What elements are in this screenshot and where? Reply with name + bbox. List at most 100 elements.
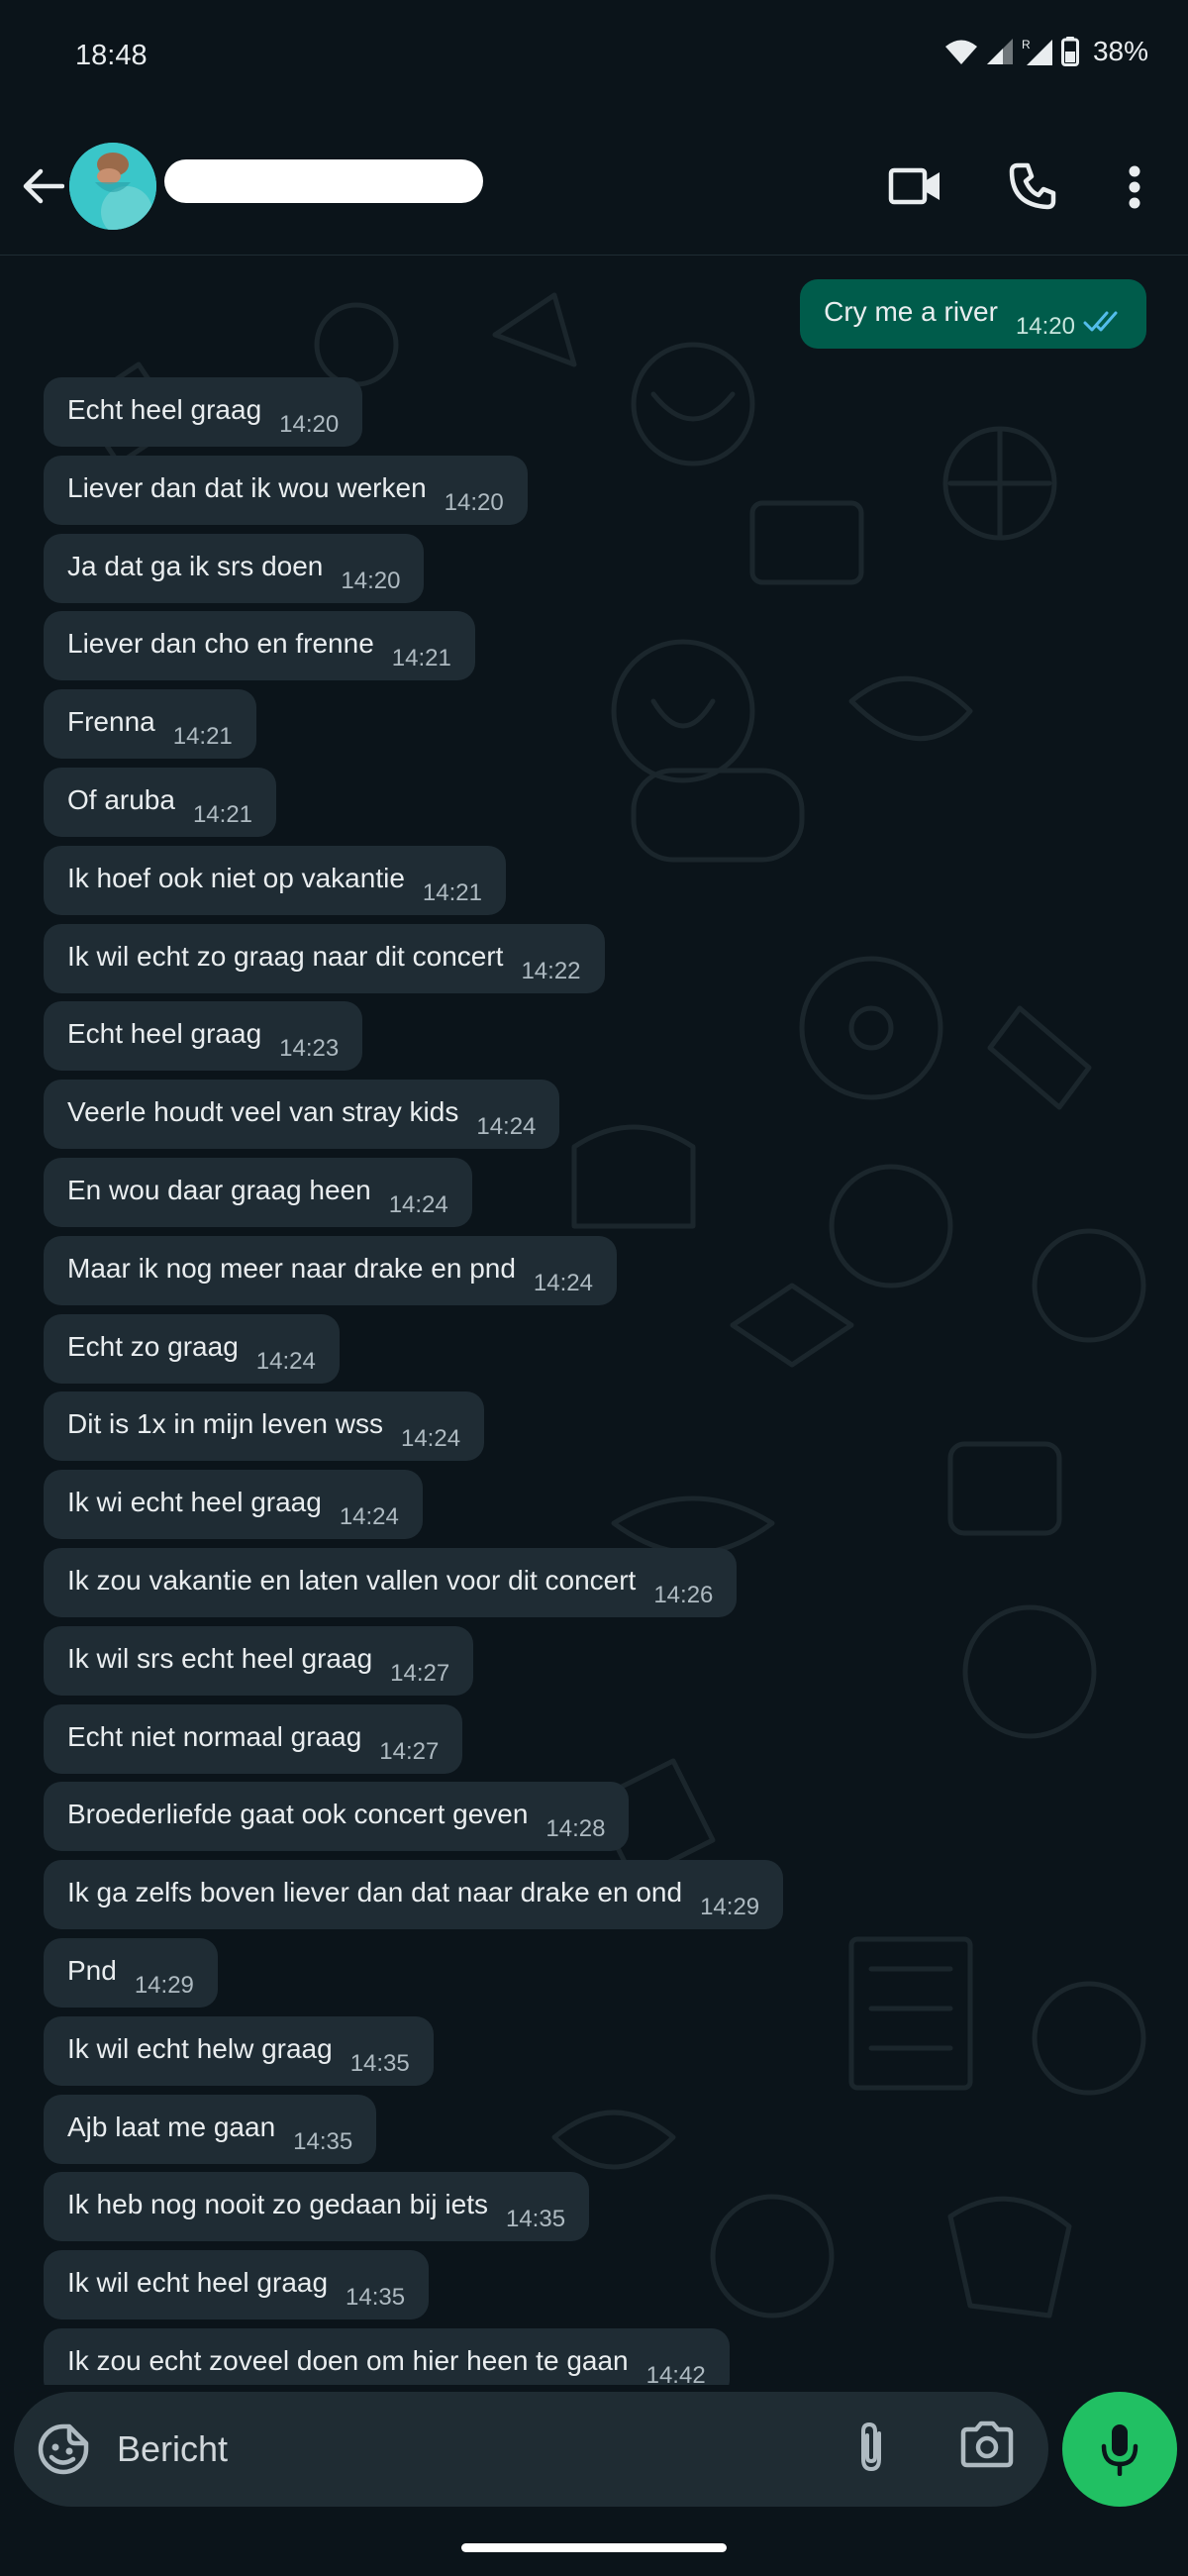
incoming-message[interactable]: Ik wi echt heel graag 14:24 <box>44 1470 423 1539</box>
message-text: Maar ik nog meer naar drake en pnd <box>67 1253 516 1284</box>
more-vert-icon <box>1129 165 1140 209</box>
message-time: 14:26 <box>653 1582 714 1608</box>
incoming-message[interactable]: Echt heel graag 14:23 <box>44 1001 363 1071</box>
message-text: Frenna <box>67 706 155 737</box>
message-text: Ik heb nog nooit zo gedaan bij iets <box>67 2189 488 2219</box>
chat-area[interactable]: Cry me a river 14:20 Echt heel graag 14:2… <box>0 256 1188 2385</box>
message-text: Ik wil echt helw graag <box>67 2033 333 2064</box>
message-time: 14:27 <box>379 1738 440 1765</box>
chat-header <box>0 119 1188 256</box>
incoming-message[interactable]: Liever dan dat ik wou werken 14:20 <box>44 456 528 525</box>
microphone-icon <box>1101 2424 1138 2476</box>
back-button[interactable] <box>18 158 67 214</box>
message-text: Ik zou echt zoveel doen om hier heen te … <box>67 2345 629 2376</box>
message-text: Ik wil echt heel graag <box>67 2267 329 2298</box>
message-text: Ik zou vakantie en laten vallen voor dit… <box>67 1565 637 1596</box>
incoming-message[interactable]: Ik ga zelfs boven liever dan dat naar dr… <box>44 1860 784 1929</box>
voice-call-button[interactable] <box>1002 155 1063 218</box>
message-text: Ik wil srs echt heel graag <box>67 1643 373 1674</box>
voice-message-button[interactable] <box>1062 2392 1177 2507</box>
incoming-message[interactable]: Ja dat ga ik srs doen 14:20 <box>44 534 425 603</box>
message-text: Ik ga zelfs boven liever dan dat naar dr… <box>67 1877 683 1907</box>
incoming-message[interactable]: Frenna 14:21 <box>44 689 256 759</box>
message-text: Pnd <box>67 1955 117 1986</box>
incoming-message[interactable]: Veerle houdt veel van stray kids 14:24 <box>44 1080 560 1149</box>
message-time: 14:24 <box>339 1503 399 1530</box>
more-options-button[interactable] <box>1119 158 1150 216</box>
incoming-message[interactable]: Ik heb nog nooit zo gedaan bij iets 14:35 <box>44 2172 590 2241</box>
incoming-message[interactable]: Ajb laat me gaan 14:35 <box>44 2095 377 2164</box>
message-text: Ja dat ga ik srs doen <box>67 551 324 581</box>
paperclip-icon <box>861 2421 881 2472</box>
message-time: 14:29 <box>700 1894 760 1920</box>
message-time: 14:24 <box>388 1191 448 1218</box>
message-text: Echt heel graag <box>67 394 262 425</box>
incoming-message[interactable]: Echt heel graag 14:20 <box>44 377 363 447</box>
video-call-button[interactable] <box>883 156 948 216</box>
message-text: Ajb laat me gaan <box>67 2112 276 2142</box>
message-text: Ik hoef ook niet op vakantie <box>67 863 405 893</box>
emoji-icon <box>38 2423 89 2475</box>
message-time: 14:29 <box>134 1972 194 1999</box>
incoming-message[interactable]: En wou daar graag heen 14:24 <box>44 1158 472 1227</box>
message-time: 14:21 <box>192 801 253 828</box>
home-indicator[interactable] <box>461 2543 727 2552</box>
camera-button[interactable] <box>959 2420 1019 2479</box>
camera-icon <box>960 2421 1014 2468</box>
incoming-message[interactable]: Ik zou vakantie en laten vallen voor dit… <box>44 1548 738 1617</box>
message-text: Liever dan cho en frenne <box>67 628 374 659</box>
incoming-message[interactable]: Maar ik nog meer naar drake en pnd 14:24 <box>44 1236 617 1305</box>
incoming-message[interactable]: Of aruba 14:21 <box>44 768 277 837</box>
message-time: 14:42 <box>645 2362 706 2385</box>
battery-percentage: 38% <box>1092 36 1148 66</box>
message-text: En wou daar graag heen <box>67 1175 371 1205</box>
message-text: Ik wil echt zo graag naar dit concert <box>67 941 504 972</box>
status-icons: R 38% <box>944 36 1148 67</box>
incoming-message[interactable]: Liever dan cho en frenne 14:21 <box>44 611 475 680</box>
message-text: Of aruba <box>67 784 175 815</box>
message-time: 14:35 <box>346 2284 406 2311</box>
outgoing-message[interactable]: Cry me a river 14:20 <box>800 279 1146 349</box>
message-time: 14:24 <box>533 1270 593 1296</box>
incoming-message[interactable]: Ik zou echt zoveel doen om hier heen te … <box>44 2328 730 2385</box>
svg-text:R: R <box>1022 38 1031 52</box>
incoming-message[interactable]: Ik wil srs echt heel graag 14:27 <box>44 1626 474 1696</box>
read-status <box>1083 279 1123 340</box>
message-time: 14:22 <box>521 958 581 984</box>
incoming-message[interactable]: Ik wil echt heel graag 14:35 <box>44 2250 430 2319</box>
incoming-message[interactable]: Ik hoef ook niet op vakantie 14:21 <box>44 846 506 915</box>
message-text: Echt niet normaal graag <box>67 1721 362 1752</box>
avatar[interactable] <box>69 143 156 230</box>
message-time: 14:27 <box>390 1660 450 1687</box>
incoming-message[interactable]: Ik wil echt helw graag 14:35 <box>44 2016 434 2086</box>
incoming-message[interactable]: Echt niet normaal graag 14:27 <box>44 1704 463 1774</box>
incoming-message[interactable]: Dit is 1x in mijn leven wss 14:24 <box>44 1391 485 1461</box>
message-time: 14:21 <box>172 723 233 750</box>
message-text: Veerle houdt veel van stray kids <box>67 1096 459 1127</box>
message-text: Echt heel graag <box>67 1018 262 1049</box>
contact-name[interactable] <box>164 159 483 203</box>
battery-icon <box>1060 37 1079 66</box>
double-check-read-icon <box>1083 311 1118 332</box>
message-time: 14:20 <box>444 489 504 516</box>
signal-icon <box>986 39 1013 64</box>
attach-button[interactable] <box>851 2420 907 2479</box>
message-time: 14:21 <box>391 645 451 671</box>
incoming-message[interactable]: Pnd 14:29 <box>44 1938 218 2008</box>
message-input[interactable] <box>117 2418 810 2481</box>
avatar-image <box>69 143 156 230</box>
message-text: Echt zo graag <box>67 1331 239 1362</box>
phone-icon <box>1009 162 1056 210</box>
message-time: 14:23 <box>279 1035 340 1062</box>
message-time: 14:35 <box>505 2206 566 2232</box>
message-time: 14:20 <box>341 567 401 594</box>
video-call-icon <box>888 167 940 205</box>
message-text: Cry me a river <box>824 296 998 327</box>
message-time: 14:24 <box>476 1113 537 1140</box>
incoming-message[interactable]: Ik wil echt zo graag naar dit concert 14:… <box>44 924 605 993</box>
message-text: Ik wi echt heel graag <box>67 1487 322 1517</box>
emoji-button[interactable] <box>36 2421 91 2477</box>
incoming-message[interactable]: Echt zo graag 14:24 <box>44 1314 340 1384</box>
message-time: 14:28 <box>545 1815 606 1842</box>
incoming-message[interactable]: Broederliefde gaat ook concert geven 14:2… <box>44 1782 630 1851</box>
